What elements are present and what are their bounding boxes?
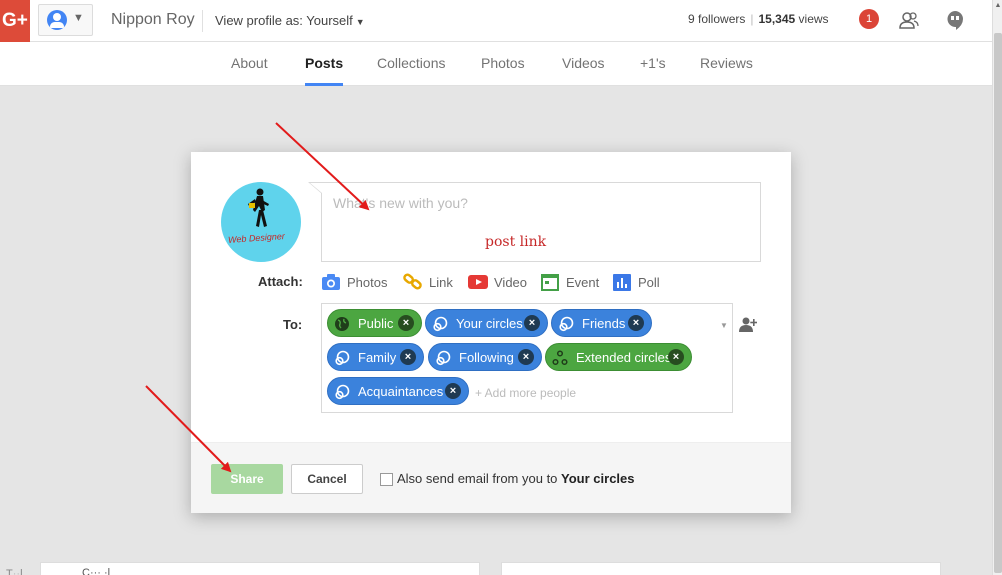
tab-videos[interactable]: Videos — [562, 55, 605, 71]
divider — [202, 10, 203, 32]
attach-photos-label: Photos — [347, 275, 388, 290]
recipient-chip-extended-circles[interactable]: Extended circles × — [545, 343, 692, 371]
email-option-label[interactable]: Also send email from you to Your circles — [397, 471, 635, 486]
tab-posts[interactable]: Posts — [305, 55, 344, 86]
remove-recipient-icon[interactable]: × — [445, 383, 461, 399]
remove-recipient-icon[interactable]: × — [628, 315, 644, 331]
profile-tabs: About Posts Collections Photos Videos +1… — [0, 42, 992, 86]
recipient-chip-your-circles[interactable]: Your circles × — [425, 309, 548, 337]
account-switcher-button[interactable]: ▼ — [38, 4, 93, 36]
share-button[interactable]: Share — [211, 464, 283, 494]
calendar-icon — [541, 274, 559, 291]
email-prefix: Also send email from you to — [397, 471, 562, 486]
circles-icon — [335, 384, 350, 400]
cut-off-text: C··· ·l — [82, 567, 111, 575]
hangouts-icon[interactable] — [946, 10, 964, 32]
view-profile-as-label: View profile as: Yourself — [215, 13, 353, 28]
top-bar: G+ ▼ Nippon Roy View profile as: Yoursel… — [0, 0, 992, 42]
profile-name[interactable]: Nippon Roy — [111, 11, 195, 29]
tab-about[interactable]: About — [231, 55, 268, 71]
tab-plus-ones[interactable]: +1's — [640, 55, 666, 71]
attach-video-label: Video — [494, 275, 528, 290]
cancel-button[interactable]: Cancel — [291, 464, 363, 494]
views-label: views — [798, 12, 829, 26]
attach-poll-label: Poll — [638, 275, 660, 290]
video-icon — [468, 275, 488, 289]
attach-link-label: Link — [429, 275, 453, 290]
recipient-chip-family[interactable]: Family × — [327, 343, 424, 371]
tab-photos[interactable]: Photos — [481, 55, 525, 71]
tab-collections[interactable]: Collections — [377, 55, 445, 71]
scroll-up-icon[interactable]: ▲ — [994, 2, 1002, 12]
post-placeholder: What's new with you? — [333, 195, 468, 211]
remove-recipient-icon[interactable]: × — [668, 349, 684, 365]
circles-icon — [335, 350, 350, 366]
remove-recipient-icon[interactable]: × — [518, 349, 534, 365]
cut-off-text: T··l — [6, 568, 23, 575]
user-avatar: Web Designer — [221, 182, 301, 262]
extended-circles-icon — [552, 350, 568, 366]
dialog-footer: Share Cancel Also send email from you to… — [191, 442, 791, 513]
share-dialog: Web Designer What's new with you? post l… — [191, 152, 791, 513]
add-person-icon[interactable] — [739, 316, 757, 332]
to-label: To: — [283, 317, 303, 332]
recipient-label: Friends — [582, 316, 626, 331]
recipient-chip-following[interactable]: Following × — [428, 343, 542, 371]
chevron-down-icon: ▼ — [73, 12, 84, 24]
recipient-label: Public — [358, 316, 394, 331]
post-text-input[interactable]: What's new with you? post link — [308, 182, 761, 262]
recipient-chip-friends[interactable]: Friends × — [551, 309, 652, 337]
view-profile-as-dropdown[interactable]: View profile as: Yourself ▼ — [215, 13, 365, 28]
link-icon — [403, 273, 422, 290]
email-target: Your circles — [561, 471, 635, 486]
followers-count[interactable]: 9 followers — [688, 12, 745, 26]
recipient-chip-acquaintances[interactable]: Acquaintances × — [327, 377, 469, 405]
recipient-chip-public[interactable]: Public × — [327, 309, 422, 337]
circles-icon — [433, 316, 448, 332]
notifications-badge[interactable]: 1 — [859, 9, 879, 29]
scrollbar-thumb[interactable] — [994, 33, 1002, 573]
globe-icon — [335, 317, 349, 331]
remove-recipient-icon[interactable]: × — [398, 315, 414, 331]
stream-card — [501, 562, 941, 575]
tab-reviews[interactable]: Reviews — [700, 55, 753, 71]
recipients-dropdown-icon[interactable]: ▼ — [720, 321, 728, 330]
people-icon[interactable] — [899, 10, 919, 30]
page-scrollbar[interactable]: ▲ — [992, 0, 1002, 575]
recipient-label: Your circles — [456, 316, 523, 331]
camera-icon — [322, 274, 340, 290]
circles-icon — [559, 316, 574, 332]
recipient-label: Extended circles — [576, 350, 672, 365]
stats-separator: | — [750, 12, 754, 26]
profile-stats: 9 followers | 15,345 views — [688, 12, 829, 26]
attach-event-label: Event — [566, 275, 600, 290]
views-count: 15,345 — [758, 12, 796, 26]
google-plus-logo[interactable]: G+ — [0, 0, 30, 42]
post-link-annotation: post link — [485, 234, 547, 250]
email-checkbox[interactable] — [380, 473, 393, 486]
add-more-people-input[interactable]: + Add more people — [475, 386, 576, 400]
poll-icon — [613, 274, 631, 291]
recipient-label: Following — [459, 350, 514, 365]
account-avatar-icon — [47, 10, 67, 30]
remove-recipient-icon[interactable]: × — [400, 349, 416, 365]
attach-label: Attach: — [258, 274, 303, 289]
remove-recipient-icon[interactable]: × — [524, 315, 540, 331]
recipient-label: Family — [358, 350, 397, 365]
recipients-field[interactable]: Public × Your circles × Friends × Family… — [321, 303, 733, 413]
chevron-down-icon: ▼ — [355, 17, 365, 27]
recipient-label: Acquaintances — [358, 384, 444, 399]
designer-figure-icon — [248, 188, 269, 227]
circles-icon — [436, 350, 451, 366]
